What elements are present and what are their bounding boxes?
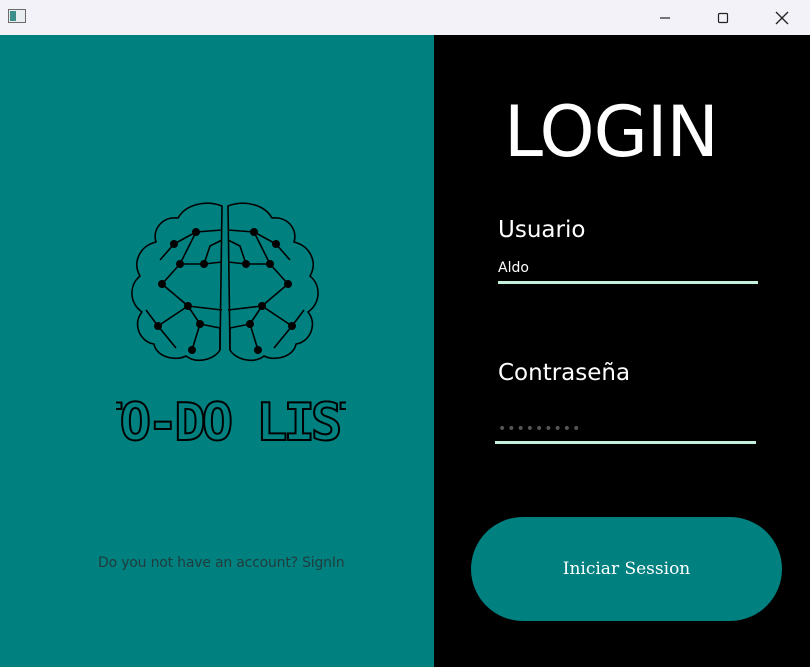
signin-link[interactable]: Do you not have an account? SignIn xyxy=(98,555,345,571)
username-label: Usuario xyxy=(498,217,586,243)
app-icon xyxy=(8,9,26,23)
password-label: Contraseña xyxy=(498,360,631,386)
password-underline xyxy=(495,441,756,444)
page-title: LOGIN xyxy=(504,91,719,173)
title-bar xyxy=(0,0,810,35)
password-input[interactable] xyxy=(498,417,756,441)
login-button[interactable]: Iniciar Session xyxy=(471,517,782,621)
minimize-icon xyxy=(660,16,670,19)
app-logo: TO-DO LIST xyxy=(91,200,373,454)
maximize-button[interactable] xyxy=(700,0,746,35)
minimize-button[interactable] xyxy=(642,0,688,35)
logo-text: TO-DO LIST xyxy=(116,393,346,450)
close-button[interactable] xyxy=(759,0,805,35)
brain-icon: TO-DO LIST xyxy=(91,202,373,454)
username-input[interactable] xyxy=(498,256,758,280)
username-underline xyxy=(498,281,758,284)
maximize-icon xyxy=(717,12,729,23)
close-icon xyxy=(775,11,789,24)
